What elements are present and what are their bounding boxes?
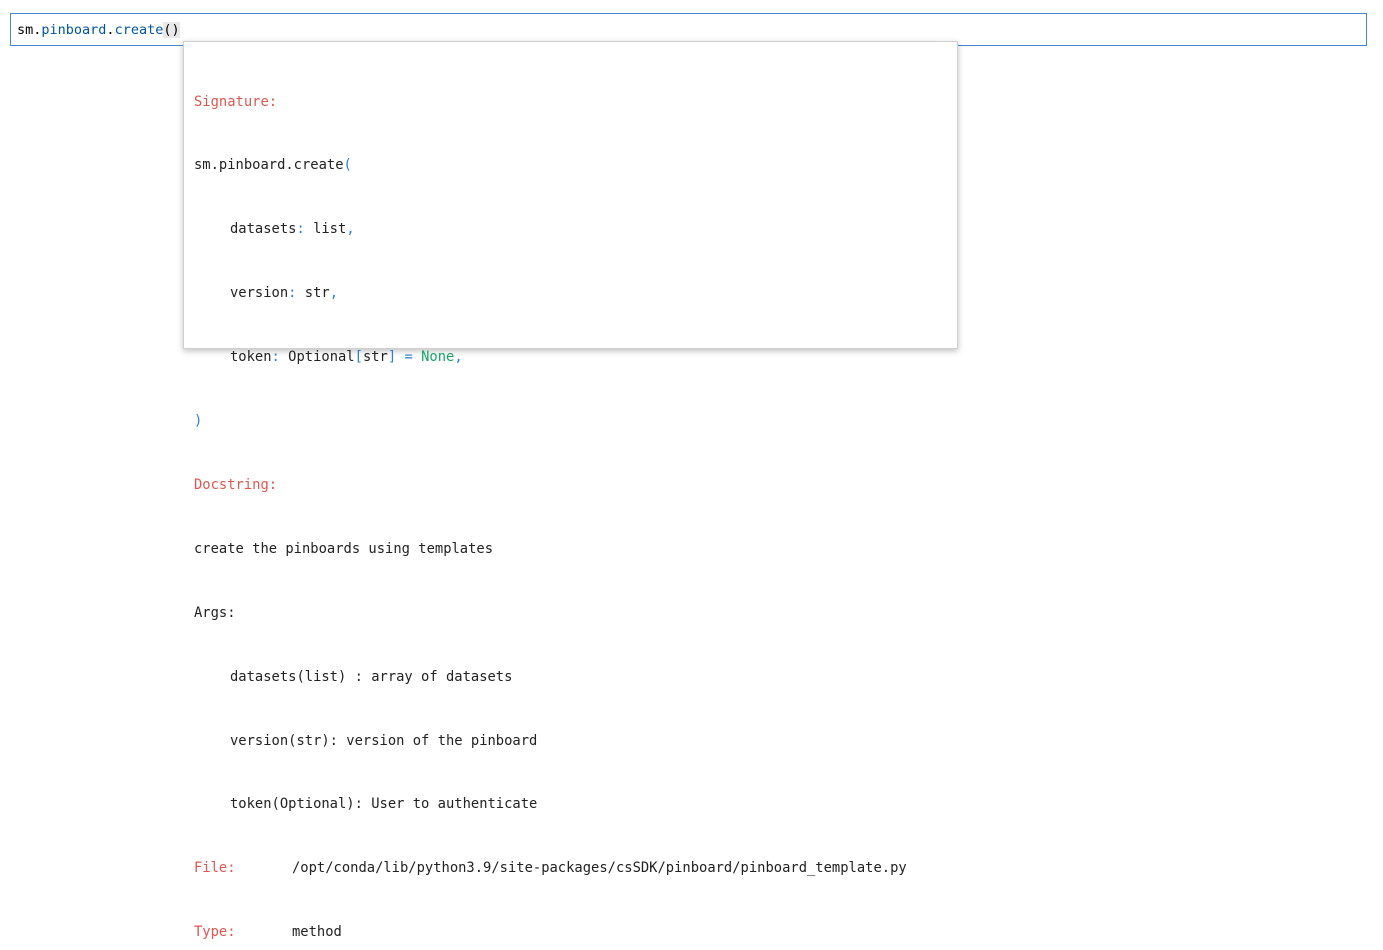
code-close-paren: ) xyxy=(171,22,180,38)
file-path: /opt/conda/lib/python3.9/site-packages/c… xyxy=(292,860,907,877)
param-version: version: str, xyxy=(230,285,339,302)
code-line[interactable]: sm.pinboard.create() xyxy=(17,22,180,39)
docstring-label: Docstring: xyxy=(194,476,278,493)
docstring-arg-version: version(str): version of the pinboard xyxy=(230,732,538,749)
code-dot: . xyxy=(106,22,115,38)
signature-open-paren: ( xyxy=(343,157,352,174)
signature-label: Signature: xyxy=(194,93,278,110)
signature-tooltip[interactable]: Signature: sm.pinboard.create( datasets:… xyxy=(183,41,958,940)
signature-call-line: sm.pinboard.create( xyxy=(194,155,537,176)
file-row: File: /opt/conda/lib/python3.9/site-packa… xyxy=(194,858,907,879)
docstring-arg-token: token(Optional): User to authenticate xyxy=(230,796,538,813)
docstring-summary: create the pinboards using templates xyxy=(194,540,494,557)
docstring-arg-datasets: datasets(list) : array of datasets xyxy=(230,668,513,685)
docstring-args-heading: Args: xyxy=(194,604,236,621)
file-label: File: xyxy=(194,860,236,877)
type-row: Type: method xyxy=(194,922,537,943)
signature-close-paren: ) xyxy=(194,413,203,430)
param-token: token: Optional[str] = None, xyxy=(230,349,463,366)
tooltip-content: Signature: sm.pinboard.create( datasets:… xyxy=(194,49,907,950)
code-object: sm. xyxy=(17,22,42,38)
code-attribute-pinboard: pinboard xyxy=(41,22,107,38)
code-attribute-create: create xyxy=(114,22,164,38)
type-label: Type: xyxy=(194,924,236,941)
param-datasets: datasets: list, xyxy=(230,221,355,238)
signature-call: sm.pinboard.create xyxy=(194,157,344,174)
type-value: method xyxy=(292,924,342,941)
